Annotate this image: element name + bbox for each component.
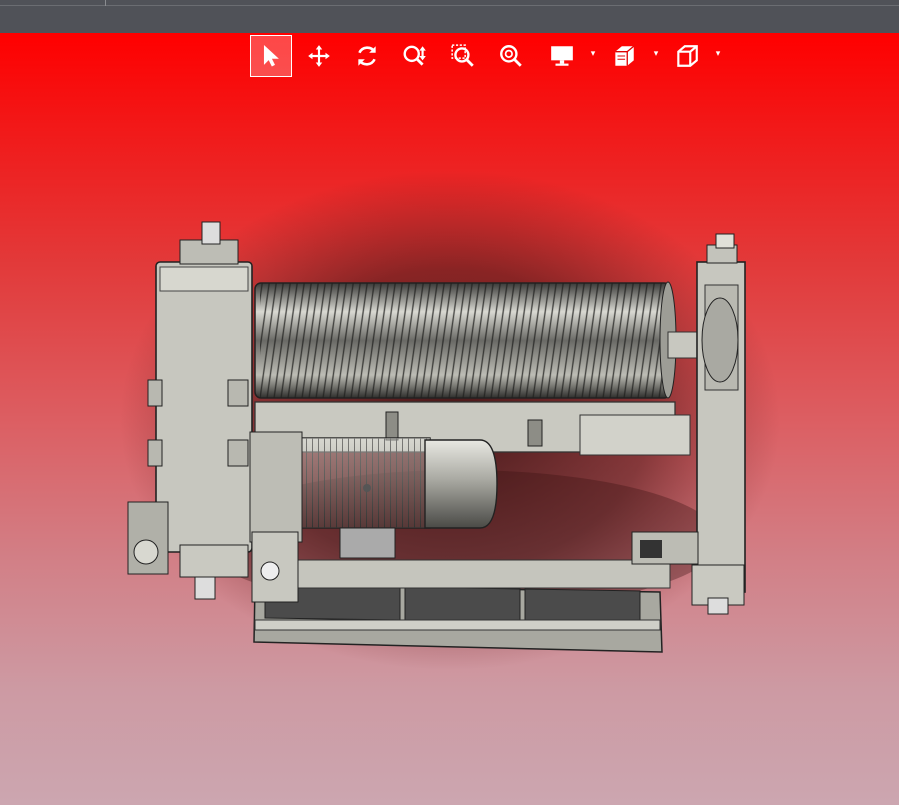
section-cut-icon	[615, 45, 635, 66]
zoom-in-out-icon	[403, 45, 426, 66]
view-toolbar: ▾ ▾ ▾	[250, 35, 730, 77]
rotate-icon	[358, 46, 376, 66]
section-view-button[interactable]	[604, 36, 644, 76]
move-arrows-icon	[308, 45, 330, 67]
rotate-tool-button[interactable]	[347, 36, 387, 76]
cursor-arrow-icon	[263, 45, 279, 67]
select-tool-button[interactable]	[250, 35, 292, 77]
zoom-window-icon	[451, 44, 474, 67]
display-settings-button[interactable]	[542, 36, 582, 76]
zoom-in-out-tool-button[interactable]	[395, 36, 435, 76]
view-orientation-button[interactable]	[667, 36, 707, 76]
zoom-window-tool-button[interactable]	[443, 36, 483, 76]
winch-model-view[interactable]	[0, 0, 899, 805]
section-view-dropdown-arrow[interactable]: ▾	[651, 49, 661, 59]
view-cube-icon	[677, 45, 698, 67]
pan-tool-button[interactable]	[299, 36, 339, 76]
zoom-fit-tool-button[interactable]	[491, 36, 531, 76]
zoom-fit-icon	[500, 45, 522, 67]
monitor-icon	[551, 46, 573, 66]
view-orientation-dropdown-arrow[interactable]: ▾	[713, 49, 723, 59]
display-settings-dropdown-arrow[interactable]: ▾	[588, 49, 598, 59]
